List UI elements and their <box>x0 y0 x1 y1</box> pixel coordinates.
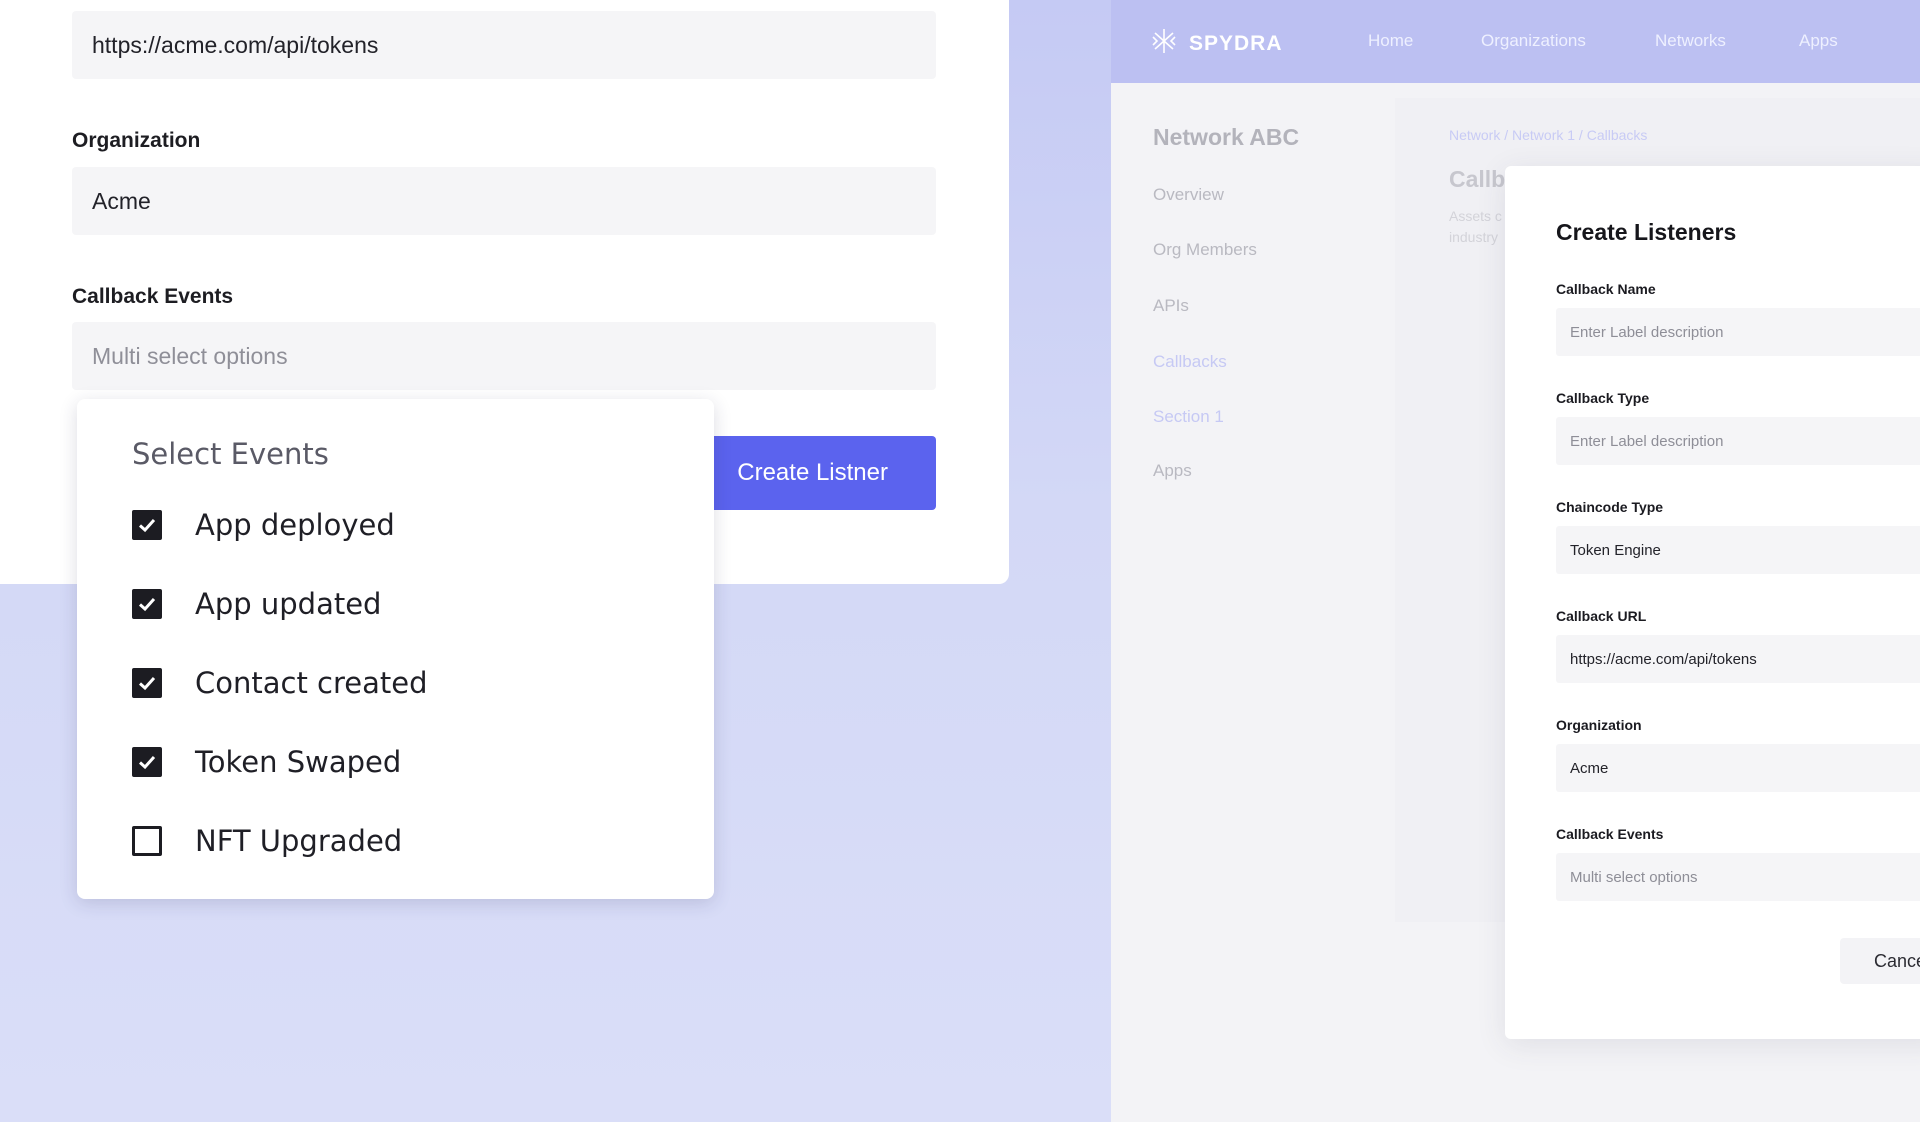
sidebar-item-section-1[interactable]: Section 1 <box>1153 407 1224 427</box>
organization-field[interactable]: Acme <box>1556 744 1920 792</box>
callback-url-input[interactable]: https://acme.com/api/tokens <box>72 11 936 79</box>
top-navbar: SPYDRA Home Organizations Networks Apps <box>1111 0 1920 83</box>
brand-name: SPYDRA <box>1189 31 1283 55</box>
sidebar-item-org-members[interactable]: Org Members <box>1153 240 1257 260</box>
event-option-label: NFT Upgraded <box>195 824 403 858</box>
organization-field-label: Organization <box>1556 717 1642 733</box>
nav-networks[interactable]: Networks <box>1655 31 1726 51</box>
event-option-label: Contact created <box>195 666 428 700</box>
nav-organizations[interactable]: Organizations <box>1481 31 1586 51</box>
callback-type-input[interactable]: Enter Label description <box>1556 417 1920 465</box>
event-option-label: Token Swaped <box>195 745 402 779</box>
modal-title: Create Listeners <box>1556 219 1737 245</box>
callback-events-field[interactable]: Multi select options <box>1556 853 1920 901</box>
breadcrumb[interactable]: Network / Network 1 / Callbacks <box>1449 127 1647 143</box>
checkbox-icon[interactable] <box>132 747 162 777</box>
callback-events-label: Callback Events <box>72 285 234 308</box>
callback-url-label: Callback URL <box>1556 608 1647 624</box>
page-subtitle-line: industry <box>1449 229 1499 245</box>
brand[interactable]: SPYDRA <box>1151 27 1283 60</box>
event-option-app-updated[interactable]: App updated <box>132 584 381 624</box>
sidebar-item-apis[interactable]: APIs <box>1153 296 1189 316</box>
nav-apps[interactable]: Apps <box>1799 31 1838 51</box>
sidebar-item-apps[interactable]: Apps <box>1153 461 1192 481</box>
checkbox-icon[interactable] <box>132 668 162 698</box>
callback-events-field-label: Callback Events <box>1556 826 1664 842</box>
sidebar-title: Network ABC <box>1153 124 1300 150</box>
page-title: Callb <box>1449 166 1506 192</box>
select-events-dropdown: Select Events App deployed App updated C… <box>77 399 714 899</box>
organization-input[interactable]: Acme <box>72 167 936 235</box>
checkbox-icon[interactable] <box>132 589 162 619</box>
chaincode-type-label: Chaincode Type <box>1556 499 1664 515</box>
sidebar-item-callbacks[interactable]: Callbacks <box>1153 352 1227 372</box>
checkbox-icon[interactable] <box>132 826 162 856</box>
organization-label: Organization <box>72 129 201 152</box>
create-listeners-modal: Create Listeners Callback Name Enter Lab… <box>1505 166 1920 1039</box>
callback-events-multiselect[interactable]: Multi select options <box>72 322 936 390</box>
app-screenshot: SPYDRA Home Organizations Networks Apps … <box>1111 0 1920 1122</box>
event-option-nft-upgraded[interactable]: NFT Upgraded <box>132 821 402 861</box>
event-option-token-swaped[interactable]: Token Swaped <box>132 742 401 782</box>
spydra-logo-icon <box>1151 27 1177 60</box>
event-option-app-deployed[interactable]: App deployed <box>132 505 395 545</box>
event-option-label: App updated <box>195 587 382 621</box>
event-option-label: App deployed <box>195 508 395 542</box>
checkbox-icon[interactable] <box>132 510 162 540</box>
cancel-button[interactable]: Cance <box>1840 938 1920 984</box>
callback-name-input[interactable]: Enter Label description <box>1556 308 1920 356</box>
page-subtitle: Assets c industry <box>1449 206 1509 248</box>
callback-url-field[interactable]: https://acme.com/api/tokens <box>1556 635 1920 683</box>
event-option-contact-created[interactable]: Contact created <box>132 663 428 703</box>
nav-home[interactable]: Home <box>1368 31 1413 51</box>
page-subtitle-line: Assets c <box>1449 208 1502 224</box>
callback-type-label: Callback Type <box>1556 390 1650 406</box>
dropdown-title: Select Events <box>132 437 329 471</box>
chaincode-type-select[interactable]: Token Engine <box>1556 526 1920 574</box>
callback-name-label: Callback Name <box>1556 281 1656 297</box>
create-listener-button[interactable]: Create Listner <box>700 436 936 510</box>
sidebar-item-overview[interactable]: Overview <box>1153 185 1224 205</box>
